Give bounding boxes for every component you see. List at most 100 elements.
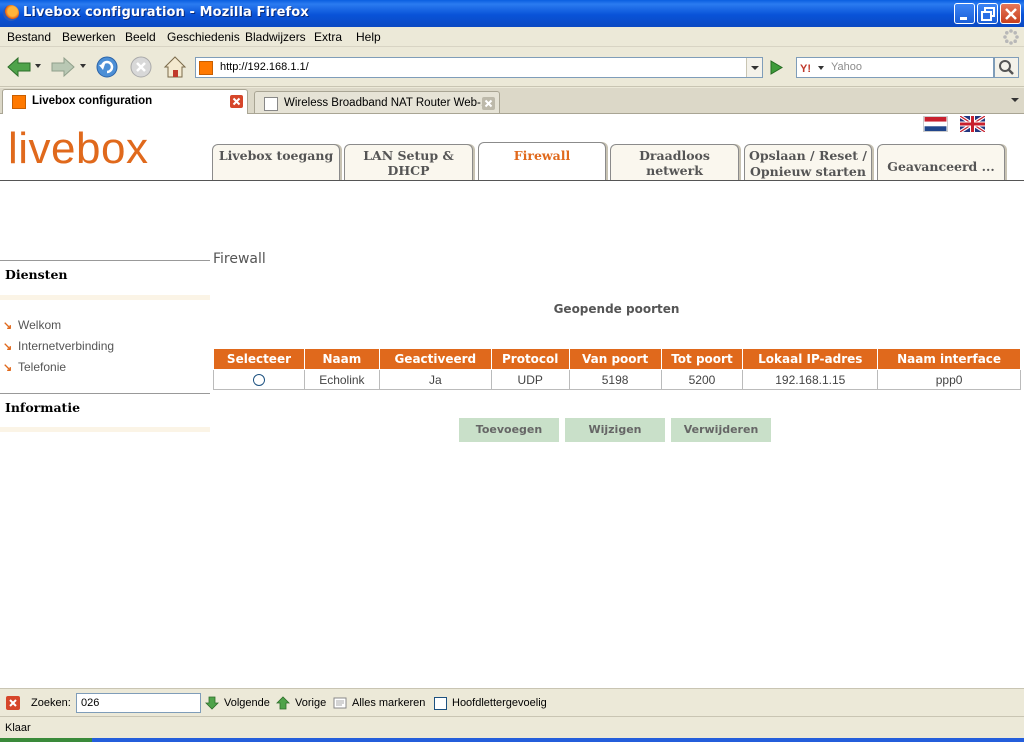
arrow-down-icon[interactable] <box>205 696 219 710</box>
search-go-button[interactable] <box>994 57 1019 78</box>
magnifier-icon <box>999 60 1014 75</box>
status-bar: Klaar <box>0 716 1024 738</box>
status-text: Klaar <box>5 722 31 734</box>
sidebar-link-internetverbinding[interactable]: ↘ Internetverbinding <box>3 339 114 353</box>
url-history-dropdown[interactable] <box>746 58 762 77</box>
nav-tab-draadloos-netwerk[interactable]: Draadloos netwerk <box>610 144 739 181</box>
select-radio[interactable] <box>252 374 265 387</box>
site-favicon-icon <box>199 61 213 75</box>
cell-naam: Echolink <box>303 369 380 390</box>
navigation-toolbar: http://192.168.1.1/ Y! Yahoo <box>0 47 1024 87</box>
menu-help[interactable]: Help <box>356 30 381 44</box>
stop-icon[interactable] <box>128 54 154 80</box>
back-icon[interactable] <box>4 54 34 80</box>
menu-bar: Bestand Bewerken Beeld Geschiedenis Blad… <box>0 27 1024 47</box>
col-lokaal-ip: Lokaal IP-adres <box>742 348 879 370</box>
highlight-all-button[interactable]: Alles markeren <box>352 697 425 709</box>
arrow-icon: ↘ <box>3 320 13 332</box>
nav-tab-livebox-toegang[interactable]: Livebox toegang <box>212 144 340 181</box>
menu-geschiedenis[interactable]: Geschiedenis <box>167 30 240 44</box>
section-heading: Geopende poorten <box>553 302 680 316</box>
menu-extra[interactable]: Extra <box>314 30 342 44</box>
nav-tab-firewall[interactable]: Firewall <box>478 142 606 181</box>
table-header-row: Selecteer Naam Geactiveerd Protocol Van … <box>213 348 1021 370</box>
find-label: Zoeken: <box>31 697 71 709</box>
svg-text:Y!: Y! <box>800 63 811 75</box>
cell-protocol: UDP <box>490 369 570 390</box>
col-tot-poort: Tot poort <box>660 348 744 370</box>
menu-bewerken[interactable]: Bewerken <box>62 30 115 44</box>
menu-bladwijzers[interactable]: Bladwijzers <box>245 30 306 44</box>
arrow-up-icon[interactable] <box>276 696 290 710</box>
sidebar-link-welkom[interactable]: ↘ Welkom <box>3 318 61 332</box>
find-bar: Zoeken: 026 Volgende Vorige Alles marker… <box>0 688 1024 716</box>
restore-button[interactable] <box>977 3 998 24</box>
open-ports-table: Selecteer Naam Geactiveerd Protocol Van … <box>213 348 1021 390</box>
search-placeholder: Yahoo <box>831 61 862 73</box>
page-viewport: livebox Livebox toegang LAN Setup & DHCP… <box>0 114 1024 688</box>
sidebar-section-informatie: Informatie <box>5 400 81 415</box>
close-findbar-icon[interactable] <box>6 696 20 710</box>
sidebar-band <box>0 295 210 300</box>
cell-lokaal-ip: 192.168.1.15 <box>742 369 879 390</box>
forward-history-dropdown-icon[interactable] <box>80 63 88 71</box>
arrow-icon: ↘ <box>3 362 13 374</box>
sidebar-band <box>0 427 210 432</box>
col-protocol: Protocol <box>490 348 570 370</box>
nav-tab-opslaan-reset[interactable]: Opslaan / Reset / Opnieuw starten <box>744 144 872 181</box>
window-titlebar: Livebox configuration - Mozilla Firefox <box>0 0 1024 27</box>
url-bar[interactable]: http://192.168.1.1/ <box>195 57 763 78</box>
menu-bestand[interactable]: Bestand <box>7 30 51 44</box>
sidebar-divider <box>0 260 210 261</box>
reload-icon[interactable] <box>94 54 120 80</box>
arrow-icon: ↘ <box>3 341 13 353</box>
col-van-poort: Van poort <box>568 348 662 370</box>
home-icon[interactable] <box>162 54 188 80</box>
match-case-label[interactable]: Hoofdlettergevoelig <box>452 697 547 709</box>
url-text[interactable]: http://192.168.1.1/ <box>220 61 309 73</box>
table-row: Echolink Ja UDP 5198 5200 192.168.1.15 p… <box>213 369 1021 390</box>
browser-tab-strip: Livebox configuration Wireless Broadband… <box>0 88 1024 115</box>
find-next-button[interactable]: Volgende <box>224 697 270 709</box>
find-input[interactable]: 026 <box>76 693 201 713</box>
go-icon[interactable] <box>764 57 788 78</box>
orange-favicon-icon <box>12 95 26 109</box>
search-box[interactable]: Y! Yahoo <box>796 57 994 78</box>
page-title: Firewall <box>213 251 266 267</box>
cell-tot-poort: 5200 <box>660 369 744 390</box>
tab-label: Livebox configuration <box>32 95 153 107</box>
col-geactiveerd: Geactiveerd <box>378 348 492 370</box>
delete-button[interactable]: Verwijderen <box>671 418 771 442</box>
menu-beeld[interactable]: Beeld <box>125 30 156 44</box>
match-case-checkbox[interactable] <box>434 697 447 710</box>
find-previous-button[interactable]: Vorige <box>295 697 326 709</box>
forward-icon[interactable] <box>48 54 78 80</box>
sidebar-link-telefonie[interactable]: ↘ Telefonie <box>3 360 66 374</box>
highlight-icon[interactable] <box>333 696 347 710</box>
col-naam-interface: Naam interface <box>877 348 1021 370</box>
minimize-button[interactable] <box>954 3 975 24</box>
add-button[interactable]: Toevoegen <box>459 418 559 442</box>
edit-button[interactable]: Wijzigen <box>565 418 665 442</box>
close-tab-icon[interactable] <box>230 95 243 108</box>
sidebar-section-diensten: Diensten <box>5 267 68 282</box>
livebox-logo[interactable]: livebox <box>8 124 148 174</box>
col-selecteer: Selecteer <box>213 348 305 370</box>
taskbar-edge <box>0 738 1024 742</box>
uk-flag-icon[interactable] <box>960 116 985 132</box>
window-title: Livebox configuration - Mozilla Firefox <box>23 5 309 20</box>
close-tab-icon[interactable] <box>482 97 495 110</box>
dutch-flag-icon[interactable] <box>923 116 948 132</box>
back-history-dropdown-icon[interactable] <box>35 63 43 71</box>
all-tabs-dropdown-icon[interactable] <box>1008 92 1022 108</box>
nav-tab-geavanceerd[interactable]: Geavanceerd ... <box>877 144 1005 181</box>
nav-tab-lan-setup[interactable]: LAN Setup & DHCP <box>344 144 473 181</box>
header-divider <box>0 180 1024 181</box>
yahoo-engine-icon[interactable]: Y! <box>800 61 826 75</box>
tab-livebox-configuration[interactable]: Livebox configuration <box>2 89 248 115</box>
cell-naam-interface: ppp0 <box>877 369 1021 390</box>
close-window-button[interactable] <box>1000 3 1021 24</box>
select-cell <box>213 369 305 390</box>
tab-wireless-router[interactable]: Wireless Broadband NAT Router Web-... <box>254 91 500 113</box>
col-naam: Naam <box>303 348 380 370</box>
